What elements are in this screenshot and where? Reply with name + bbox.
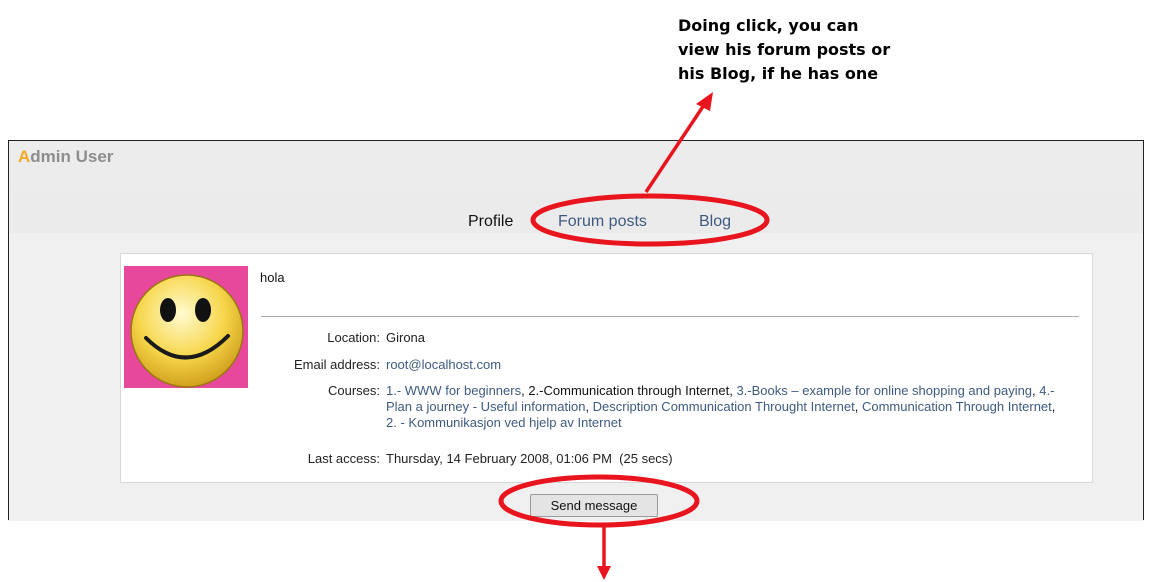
annotation-arrow-up-head (696, 92, 713, 111)
courses-row: Courses: 1.- WWW for beginners, 2.-Commu… (121, 383, 1075, 437)
profile-divider (261, 316, 1079, 317)
profile-box: hola Location: Girona Email address: roo… (120, 253, 1093, 483)
location-value: Girona (386, 330, 426, 345)
course-link[interactable]: 3.-Books – example for online shopping a… (736, 383, 1032, 398)
location-label: Location: (327, 330, 380, 345)
courses-label: Courses: (327, 383, 380, 398)
last-access-value: Thursday, 14 February 2008, 01:06 PM (25… (386, 451, 673, 466)
email-label: Email address: (294, 357, 380, 372)
course-text: 2.-Communication through Internet (528, 383, 730, 398)
course-separator: , (1051, 399, 1056, 414)
profile-screenshot-frame: Admin User Profile Forum posts Blog hola… (8, 140, 1144, 521)
last-access-label: Last access: (307, 451, 380, 466)
course-separator: , (585, 399, 593, 414)
last-access-row: Last access: Thursday, 14 February 2008,… (121, 451, 1075, 467)
profile-description: hola (260, 270, 285, 285)
tabs-annotation-line-2: view his forum posts or (678, 40, 891, 59)
tab-forum-posts[interactable]: Forum posts (558, 213, 647, 231)
courses-list: 1.- WWW for beginners, 2.-Communication … (386, 383, 1066, 431)
course-link[interactable]: 2. - Kommunikasjon ved hjelp av Internet (386, 415, 622, 430)
annotation-arrow-down-head (597, 566, 611, 580)
page-title: Admin User (18, 147, 113, 167)
email-link[interactable]: root@localhost.com (386, 357, 501, 373)
course-link[interactable]: Description Communication Throught Inter… (593, 399, 855, 414)
tabs-annotation: Doing click, you can view his forum post… (678, 14, 938, 86)
tab-profile[interactable]: Profile (468, 213, 513, 231)
location-row: Location: Girona (121, 330, 1075, 346)
page-title-rest: dmin User (30, 147, 114, 166)
course-link[interactable]: Communication Through Internet (862, 399, 1052, 414)
send-message-button[interactable]: Send message (530, 494, 658, 517)
course-separator: , (854, 399, 862, 414)
tabs-annotation-line-1: Doing click, you can (678, 16, 859, 35)
page-title-first-letter: A (18, 147, 31, 166)
tab-blog[interactable]: Blog (699, 213, 731, 231)
email-row: Email address: root@localhost.com (121, 357, 1075, 373)
course-link[interactable]: 1.- WWW for beginners (386, 383, 521, 398)
tabs-annotation-line-3: his Blog, if he has one (678, 64, 879, 83)
